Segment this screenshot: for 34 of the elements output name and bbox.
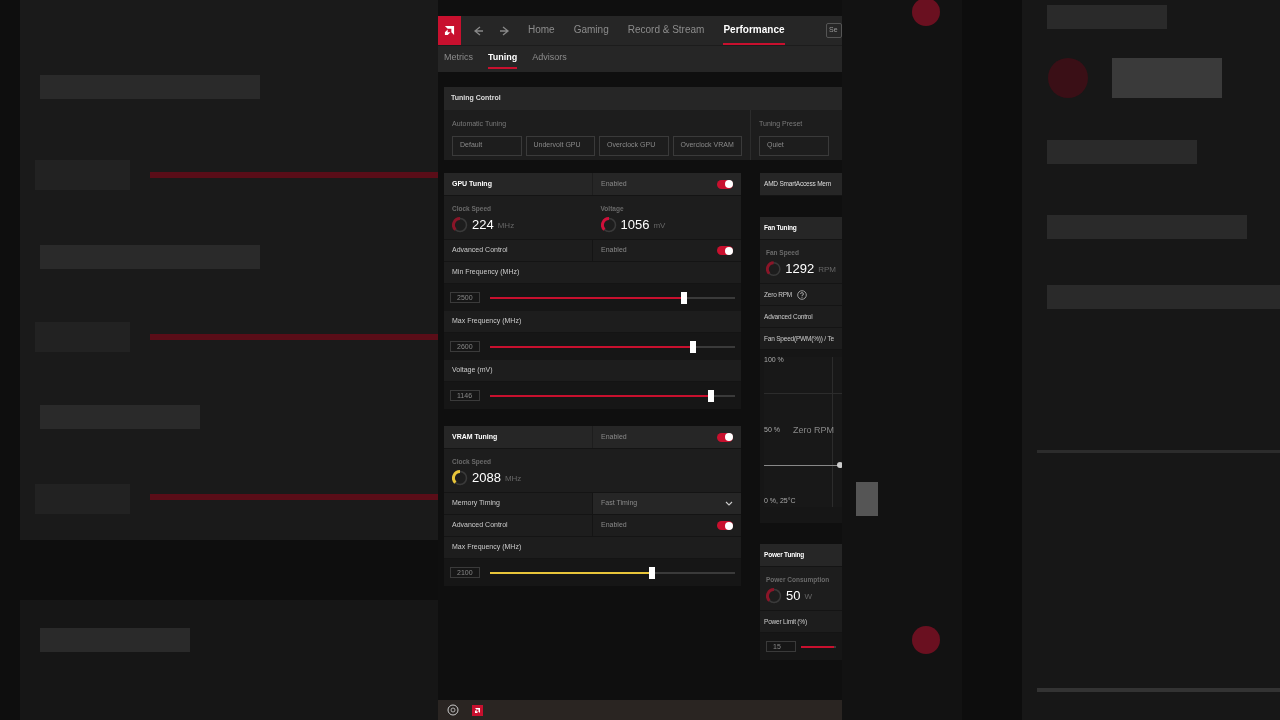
app-icon[interactable] (447, 704, 459, 716)
zone-label: Zero RPM (793, 424, 834, 437)
slider-thumb[interactable] (707, 389, 714, 402)
toggle-switch[interactable] (717, 179, 733, 189)
metric-value: 2088 (472, 468, 501, 487)
metric-unit: W (804, 590, 813, 603)
toggle-switch[interactable] (717, 521, 733, 530)
slider-track[interactable] (490, 389, 735, 402)
metric-value: 224 (472, 215, 494, 234)
metric-unit: MHz (504, 472, 522, 485)
slider-track[interactable] (490, 291, 735, 304)
nav-tab[interactable]: Gaming (573, 16, 609, 45)
chevron-down-icon (725, 500, 733, 507)
metric-value: 1292 (785, 259, 815, 278)
slider-thumb[interactable] (648, 566, 655, 579)
metric-unit: mV (653, 219, 666, 232)
sub-tab[interactable]: Tuning (488, 49, 518, 69)
slider-thumb[interactable] (690, 340, 697, 353)
metric-value: 1056 (620, 215, 650, 234)
sub-tab[interactable]: Metrics (444, 49, 473, 69)
metric-unit: RPM (818, 263, 836, 276)
slider-thumb[interactable] (680, 291, 687, 304)
app-icon[interactable] (472, 704, 483, 716)
slider-track[interactable] (490, 566, 735, 579)
slider-track[interactable] (490, 340, 735, 353)
toggle-switch[interactable] (717, 246, 733, 255)
nav-tab[interactable]: Record & Stream (627, 16, 705, 45)
logo-icon[interactable] (438, 16, 461, 45)
metric-unit: MHz (497, 219, 515, 232)
metric-value: 50 (786, 586, 801, 605)
help-icon[interactable] (797, 289, 807, 300)
nav-tab[interactable]: Home (528, 16, 555, 45)
toggle-switch[interactable] (717, 432, 733, 442)
sub-tab[interactable]: Advisors (532, 49, 567, 69)
